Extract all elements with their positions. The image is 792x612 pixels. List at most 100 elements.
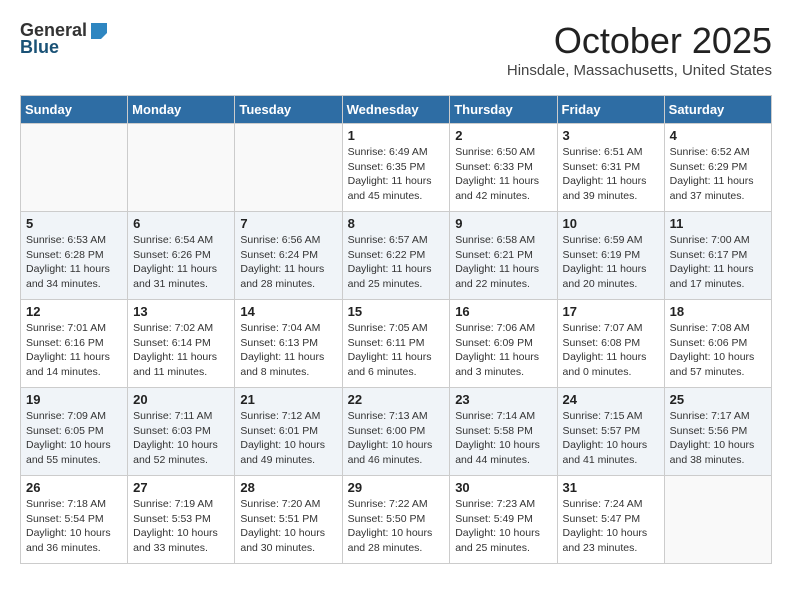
column-header-sunday: Sunday bbox=[21, 96, 128, 124]
day-info: Sunrise: 6:52 AM Sunset: 6:29 PM Dayligh… bbox=[670, 145, 766, 204]
column-header-monday: Monday bbox=[128, 96, 235, 124]
day-number: 26 bbox=[26, 480, 122, 495]
calendar-cell: 15 Sunrise: 7:05 AM Sunset: 6:11 PM Dayli… bbox=[342, 300, 450, 388]
calendar-week-row: 19 Sunrise: 7:09 AM Sunset: 6:05 PM Dayli… bbox=[21, 388, 772, 476]
day-number: 14 bbox=[240, 304, 336, 319]
calendar-cell: 20Sunrise: 7:11 AM Sunset: 6:03 PM Dayli… bbox=[128, 388, 235, 476]
day-number: 6 bbox=[133, 216, 229, 231]
calendar-cell: 4 Sunrise: 6:52 AM Sunset: 6:29 PM Daylig… bbox=[664, 124, 771, 212]
calendar-cell: 16 Sunrise: 7:06 AM Sunset: 6:09 PM Dayli… bbox=[450, 300, 557, 388]
day-number: 13 bbox=[133, 304, 229, 319]
calendar-cell: 22Sunrise: 7:13 AM Sunset: 6:00 PM Dayli… bbox=[342, 388, 450, 476]
day-number: 15 bbox=[348, 304, 445, 319]
day-info: Sunrise: 6:59 AM Sunset: 6:19 PM Dayligh… bbox=[563, 233, 659, 292]
day-info: Sunrise: 7:04 AM Sunset: 6:13 PM Dayligh… bbox=[240, 321, 336, 380]
day-info: Sunrise: 7:17 AM Sunset: 5:56 PM Dayligh… bbox=[670, 409, 766, 468]
calendar-week-row: 26 Sunrise: 7:18 AM Sunset: 5:54 PM Dayli… bbox=[21, 476, 772, 564]
day-info: Sunrise: 6:51 AM Sunset: 6:31 PM Dayligh… bbox=[563, 145, 659, 204]
day-info: Sunrise: 7:01 AM Sunset: 6:16 PM Dayligh… bbox=[26, 321, 122, 380]
calendar-cell: 8 Sunrise: 6:57 AM Sunset: 6:22 PM Daylig… bbox=[342, 212, 450, 300]
day-info: Sunrise: 6:57 AM Sunset: 6:22 PM Dayligh… bbox=[348, 233, 445, 292]
calendar-cell: 5Sunrise: 6:53 AM Sunset: 6:28 PM Daylig… bbox=[21, 212, 128, 300]
day-number: 20 bbox=[133, 392, 229, 407]
logo-blue-text: Blue bbox=[20, 37, 59, 58]
day-info: Sunrise: 7:14 AM Sunset: 5:58 PM Dayligh… bbox=[455, 409, 551, 468]
column-header-friday: Friday bbox=[557, 96, 664, 124]
calendar-cell: 12Sunrise: 7:01 AM Sunset: 6:16 PM Dayli… bbox=[21, 300, 128, 388]
day-info: Sunrise: 7:07 AM Sunset: 6:08 PM Dayligh… bbox=[563, 321, 659, 380]
calendar-cell: 29 Sunrise: 7:22 AM Sunset: 5:50 PM Dayli… bbox=[342, 476, 450, 564]
calendar-cell: 10Sunrise: 6:59 AM Sunset: 6:19 PM Dayli… bbox=[557, 212, 664, 300]
calendar-cell: 30Sunrise: 7:23 AM Sunset: 5:49 PM Dayli… bbox=[450, 476, 557, 564]
day-number: 9 bbox=[455, 216, 551, 231]
day-info: Sunrise: 6:54 AM Sunset: 6:26 PM Dayligh… bbox=[133, 233, 229, 292]
day-info: Sunrise: 7:22 AM Sunset: 5:50 PM Dayligh… bbox=[348, 497, 445, 556]
column-header-tuesday: Tuesday bbox=[235, 96, 342, 124]
day-info: Sunrise: 7:15 AM Sunset: 5:57 PM Dayligh… bbox=[563, 409, 659, 468]
calendar-table: SundayMondayTuesdayWednesdayThursdayFrid… bbox=[20, 95, 772, 564]
day-number: 11 bbox=[670, 216, 766, 231]
calendar-cell: 7 Sunrise: 6:56 AM Sunset: 6:24 PM Daylig… bbox=[235, 212, 342, 300]
day-number: 7 bbox=[240, 216, 336, 231]
calendar-cell: 26 Sunrise: 7:18 AM Sunset: 5:54 PM Dayli… bbox=[21, 476, 128, 564]
calendar-cell: 21 Sunrise: 7:12 AM Sunset: 6:01 PM Dayli… bbox=[235, 388, 342, 476]
calendar-header-row: SundayMondayTuesdayWednesdayThursdayFrid… bbox=[21, 96, 772, 124]
calendar-cell: 3 Sunrise: 6:51 AM Sunset: 6:31 PM Daylig… bbox=[557, 124, 664, 212]
column-header-thursday: Thursday bbox=[450, 96, 557, 124]
day-number: 17 bbox=[563, 304, 659, 319]
day-number: 24 bbox=[563, 392, 659, 407]
day-info: Sunrise: 6:49 AM Sunset: 6:35 PM Dayligh… bbox=[348, 145, 445, 204]
day-info: Sunrise: 6:58 AM Sunset: 6:21 PM Dayligh… bbox=[455, 233, 551, 292]
day-number: 27 bbox=[133, 480, 229, 495]
day-info: Sunrise: 7:02 AM Sunset: 6:14 PM Dayligh… bbox=[133, 321, 229, 380]
day-info: Sunrise: 7:06 AM Sunset: 6:09 PM Dayligh… bbox=[455, 321, 551, 380]
calendar-cell: 31 Sunrise: 7:24 AM Sunset: 5:47 PM Dayli… bbox=[557, 476, 664, 564]
day-info: Sunrise: 7:19 AM Sunset: 5:53 PM Dayligh… bbox=[133, 497, 229, 556]
calendar-cell: 18 Sunrise: 7:08 AM Sunset: 6:06 PM Dayli… bbox=[664, 300, 771, 388]
day-number: 19 bbox=[26, 392, 122, 407]
calendar-cell: 19 Sunrise: 7:09 AM Sunset: 6:05 PM Dayli… bbox=[21, 388, 128, 476]
day-number: 4 bbox=[670, 128, 766, 143]
day-info: Sunrise: 7:24 AM Sunset: 5:47 PM Dayligh… bbox=[563, 497, 659, 556]
calendar-cell: 6 Sunrise: 6:54 AM Sunset: 6:26 PM Daylig… bbox=[128, 212, 235, 300]
day-number: 29 bbox=[348, 480, 445, 495]
logo-icon bbox=[89, 21, 109, 41]
day-number: 3 bbox=[563, 128, 659, 143]
day-info: Sunrise: 7:13 AM Sunset: 6:00 PM Dayligh… bbox=[348, 409, 445, 468]
day-number: 1 bbox=[348, 128, 445, 143]
page-header: General Blue October 2025 Hinsdale, Mass… bbox=[20, 20, 772, 79]
logo: General Blue bbox=[20, 20, 109, 58]
calendar-cell: 28 Sunrise: 7:20 AM Sunset: 5:51 PM Dayli… bbox=[235, 476, 342, 564]
calendar-cell: 2Sunrise: 6:50 AM Sunset: 6:33 PM Daylig… bbox=[450, 124, 557, 212]
calendar-cell: 14 Sunrise: 7:04 AM Sunset: 6:13 PM Dayli… bbox=[235, 300, 342, 388]
calendar-week-row: 5Sunrise: 6:53 AM Sunset: 6:28 PM Daylig… bbox=[21, 212, 772, 300]
calendar-cell: 9 Sunrise: 6:58 AM Sunset: 6:21 PM Daylig… bbox=[450, 212, 557, 300]
day-number: 5 bbox=[26, 216, 122, 231]
location: Hinsdale, Massachusetts, United States bbox=[507, 62, 772, 79]
calendar-cell: 17 Sunrise: 7:07 AM Sunset: 6:08 PM Dayli… bbox=[557, 300, 664, 388]
day-info: Sunrise: 7:09 AM Sunset: 6:05 PM Dayligh… bbox=[26, 409, 122, 468]
calendar-cell bbox=[235, 124, 342, 212]
column-header-saturday: Saturday bbox=[664, 96, 771, 124]
day-info: Sunrise: 7:20 AM Sunset: 5:51 PM Dayligh… bbox=[240, 497, 336, 556]
day-info: Sunrise: 7:18 AM Sunset: 5:54 PM Dayligh… bbox=[26, 497, 122, 556]
calendar-cell: 13 Sunrise: 7:02 AM Sunset: 6:14 PM Dayli… bbox=[128, 300, 235, 388]
calendar-cell bbox=[21, 124, 128, 212]
day-number: 31 bbox=[563, 480, 659, 495]
calendar-cell: 24 Sunrise: 7:15 AM Sunset: 5:57 PM Dayli… bbox=[557, 388, 664, 476]
day-info: Sunrise: 6:56 AM Sunset: 6:24 PM Dayligh… bbox=[240, 233, 336, 292]
day-info: Sunrise: 7:05 AM Sunset: 6:11 PM Dayligh… bbox=[348, 321, 445, 380]
day-number: 21 bbox=[240, 392, 336, 407]
title-area: October 2025 Hinsdale, Massachusetts, Un… bbox=[507, 20, 772, 79]
day-info: Sunrise: 7:12 AM Sunset: 6:01 PM Dayligh… bbox=[240, 409, 336, 468]
day-number: 18 bbox=[670, 304, 766, 319]
month-title: October 2025 bbox=[507, 20, 772, 62]
calendar-cell: 11Sunrise: 7:00 AM Sunset: 6:17 PM Dayli… bbox=[664, 212, 771, 300]
day-number: 8 bbox=[348, 216, 445, 231]
column-header-wednesday: Wednesday bbox=[342, 96, 450, 124]
calendar-cell bbox=[664, 476, 771, 564]
day-number: 16 bbox=[455, 304, 551, 319]
day-info: Sunrise: 7:08 AM Sunset: 6:06 PM Dayligh… bbox=[670, 321, 766, 380]
day-number: 28 bbox=[240, 480, 336, 495]
calendar-cell: 1 Sunrise: 6:49 AM Sunset: 6:35 PM Daylig… bbox=[342, 124, 450, 212]
